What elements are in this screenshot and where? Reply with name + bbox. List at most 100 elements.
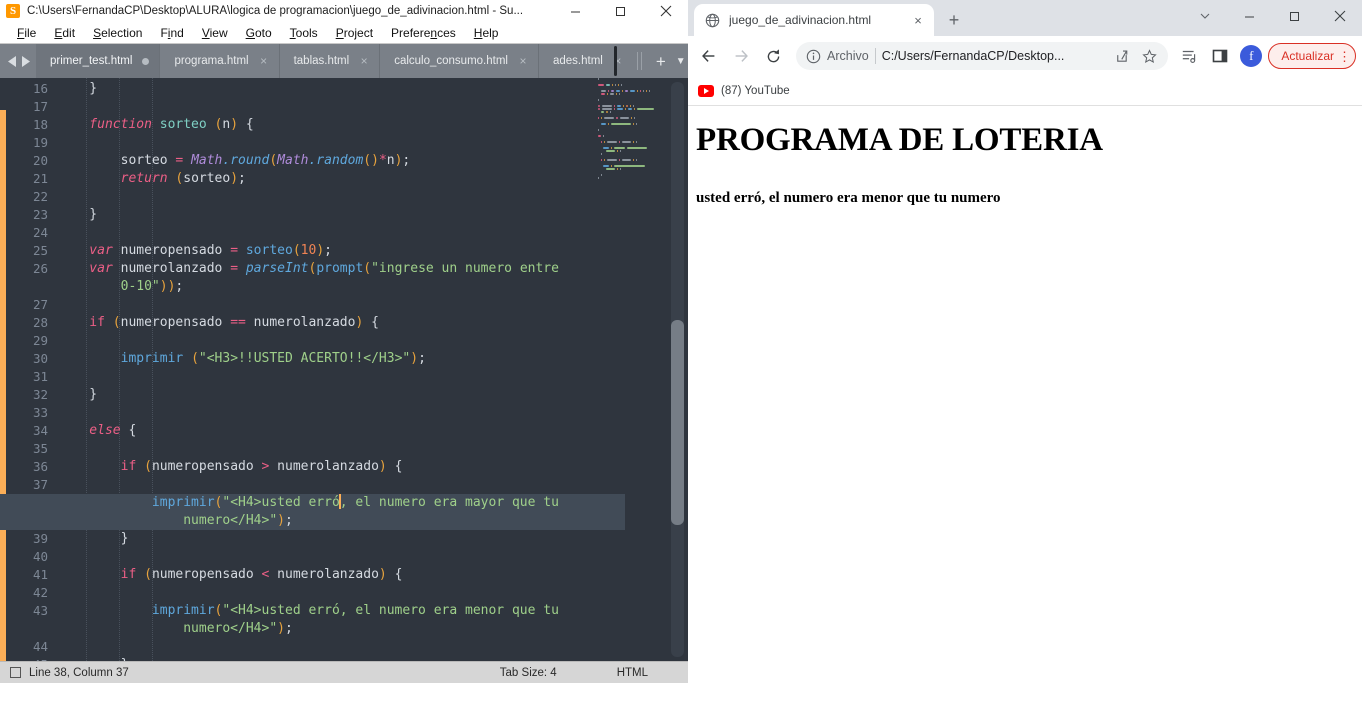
code-line[interactable] — [58, 368, 598, 386]
code-line[interactable]: numero</H4>"); — [0, 512, 625, 530]
update-button[interactable]: Actualizar ⋮ — [1268, 43, 1356, 69]
url-text[interactable]: C:/Users/FernandaCP/Desktop... — [882, 49, 1105, 63]
code-line[interactable] — [58, 638, 598, 656]
close-icon[interactable] — [1317, 0, 1362, 32]
chevron-right-icon[interactable] — [21, 55, 30, 67]
code-line[interactable]: } — [58, 206, 598, 224]
close-icon[interactable]: × — [910, 12, 926, 28]
line-number: 41 — [32, 567, 48, 582]
syntax-label[interactable]: HTML — [617, 667, 648, 679]
menu-preferences[interactable]: Preferences — [382, 26, 465, 40]
code-line[interactable] — [58, 548, 598, 566]
line-number: 40 — [32, 549, 48, 564]
code-line[interactable]: if (numeropensado > numerolanzado) { — [58, 458, 598, 476]
page-content: PROGRAMA DE LOTERIA usted erró, el numer… — [688, 106, 1362, 717]
code-line[interactable] — [58, 98, 598, 116]
menu-file[interactable]: File — [8, 26, 45, 40]
code-line[interactable] — [58, 134, 598, 152]
code-line[interactable]: imprimir ("<H3>!!USTED ACERTO!!</H3>"); — [58, 350, 598, 368]
code-line[interactable]: return (sorteo); — [58, 170, 598, 188]
code-line[interactable]: sorteo = Math.round(Math.random()*n); — [58, 152, 598, 170]
new-tab-button[interactable]: + — [656, 53, 666, 70]
scrollbar-thumb[interactable] — [671, 320, 684, 525]
code-line[interactable] — [58, 332, 598, 350]
side-panel-icon[interactable] — [1206, 42, 1234, 70]
editor-tab[interactable]: tablas.html × — [280, 44, 381, 78]
menu-project[interactable]: Project — [327, 26, 382, 40]
avatar[interactable]: f — [1240, 45, 1263, 67]
code-line[interactable]: function sorteo (n) { — [58, 116, 598, 134]
menu-bar: File Edit Selection Find View Goto Tools Projec… — [0, 22, 688, 44]
code-line[interactable]: if (numeropensado < numerolanzado) { — [58, 566, 598, 584]
menu-selection[interactable]: Selection — [84, 26, 151, 40]
close-icon[interactable]: × — [359, 55, 369, 67]
code-editor[interactable]: 16 17 18 19 20 21 22 23 24 25 26 27 28 29 30 31 32 33 34 35… — [0, 78, 688, 661]
line-number: 35 — [32, 441, 48, 456]
bookmark-label: (87) YouTube — [721, 84, 790, 97]
code-line[interactable]: var numeropensado = sorteo(10); — [58, 242, 598, 260]
git-branch-icon[interactable] — [10, 667, 21, 678]
menu-help[interactable]: Help — [465, 26, 508, 40]
browser-tab-title: juego_de_adivinacion.html — [729, 13, 872, 27]
minimize-icon[interactable] — [553, 0, 598, 22]
code-line[interactable]: else { — [58, 422, 598, 440]
code-line[interactable] — [58, 224, 598, 242]
code-text-area[interactable]: } function sorteo (n) { sorteo = Math.ro… — [0, 78, 625, 661]
code-line[interactable] — [58, 584, 598, 602]
chevron-left-icon[interactable] — [8, 55, 17, 67]
browser-tab[interactable]: juego_de_adivinacion.html × — [694, 4, 934, 36]
tab-list-menu-button[interactable]: ▼ — [676, 56, 686, 67]
minimize-icon[interactable] — [1227, 0, 1272, 32]
code-line[interactable]: imprimir("<H4>usted erró, el numero era … — [58, 602, 598, 620]
editor-tab[interactable]: programa.html × — [160, 44, 280, 78]
unsaved-dot-icon[interactable] — [142, 57, 150, 65]
new-tab-button[interactable]: + — [940, 6, 968, 34]
minimap[interactable] — [592, 78, 664, 193]
code-line[interactable]: var numerolanzado = parseInt(prompt("ing… — [58, 260, 598, 278]
menu-tools[interactable]: Tools — [281, 26, 327, 40]
code-line[interactable]: imprimir("<H4>usted erró, el numero era … — [0, 494, 625, 512]
editor-vertical-scrollbar[interactable] — [671, 82, 684, 657]
maximize-icon[interactable] — [1272, 0, 1317, 32]
code-token: sorteo — [183, 171, 231, 186]
info-circle-icon[interactable] — [806, 49, 821, 64]
reload-button[interactable] — [758, 41, 788, 71]
bookmark-item-youtube[interactable]: (87) YouTube — [698, 84, 790, 97]
menu-goto[interactable]: Goto — [237, 26, 281, 40]
code-line[interactable] — [58, 296, 598, 314]
code-line[interactable]: } — [58, 530, 598, 548]
sublime-title-bar: S C:\Users\FernandaCP\Desktop\ALURA\logi… — [0, 0, 688, 22]
line-number: 43 — [32, 603, 48, 618]
share-icon[interactable] — [1110, 45, 1132, 67]
code-line[interactable]: if (numeropensado == numerolanzado) { — [58, 314, 598, 332]
star-icon[interactable] — [1138, 45, 1160, 67]
chevron-down-icon[interactable] — [1182, 0, 1227, 32]
menu-view[interactable]: View — [193, 26, 237, 40]
tab-nav-arrows[interactable] — [0, 44, 36, 78]
chrome-menu-icon[interactable]: ⋮ — [1338, 50, 1351, 63]
tab-size-label[interactable]: Tab Size: 4 — [500, 667, 557, 679]
editor-tab[interactable]: primer_test.html — [36, 44, 161, 78]
code-line[interactable] — [58, 440, 598, 458]
menu-edit[interactable]: Edit — [45, 26, 84, 40]
code-line[interactable]: } — [58, 80, 598, 98]
code-line[interactable] — [58, 404, 598, 422]
close-icon[interactable]: × — [259, 55, 269, 67]
editor-tab[interactable]: calculo_consumo.html × — [380, 44, 539, 78]
close-icon[interactable]: × — [518, 55, 528, 67]
code-line[interactable] — [58, 188, 598, 206]
close-icon[interactable] — [643, 0, 688, 22]
code-line[interactable]: numero</H4>"); — [58, 620, 598, 638]
forward-button[interactable] — [726, 41, 756, 71]
back-button[interactable] — [694, 41, 724, 71]
code-line[interactable] — [58, 476, 598, 494]
maximize-icon[interactable] — [598, 0, 643, 22]
reading-list-icon[interactable] — [1176, 42, 1204, 70]
tab-scroll-handle[interactable] — [610, 44, 620, 78]
line-number: 26 — [32, 261, 48, 276]
code-line[interactable]: 0-10")); — [58, 278, 598, 296]
address-bar[interactable]: Archivo C:/Users/FernandaCP/Desktop... — [796, 42, 1169, 70]
menu-find[interactable]: Find — [151, 26, 192, 40]
code-line[interactable]: } — [58, 386, 598, 404]
line-number: 32 — [32, 387, 48, 402]
